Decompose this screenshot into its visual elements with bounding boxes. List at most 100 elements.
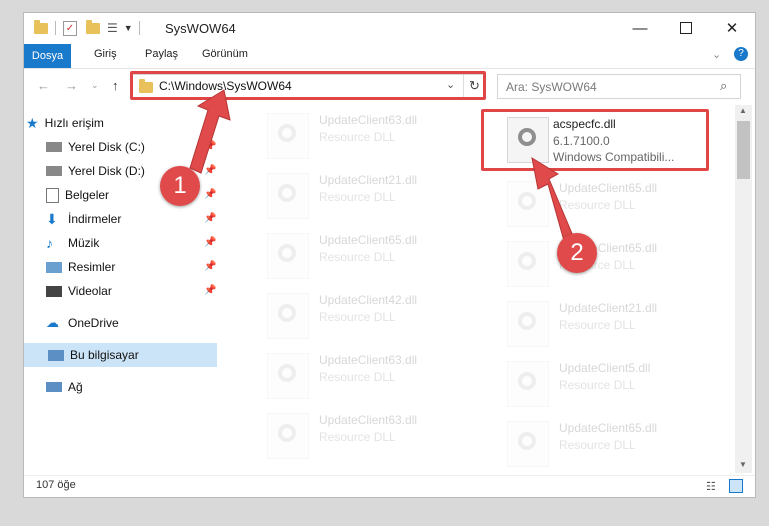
file-type: Resource DLL [319,250,396,264]
forward-button[interactable]: → [65,78,78,93]
pin-icon[interactable]: 📌 [204,189,216,200]
dll-file-icon [267,353,309,399]
nav-quick-access[interactable]: ★ Hızlı erişim [24,113,217,133]
nav-item-music[interactable]: ♪ Müzik [46,233,99,253]
pin-icon[interactable]: 📌 [204,213,216,224]
nav-item-disk-c[interactable]: Yerel Disk (C:) [46,137,145,157]
nav-item-videos[interactable]: Videolar [46,281,112,301]
close-icon: ✕ [725,20,739,37]
file-item[interactable]: UpdateClient21.dll Resource DLL [507,299,735,349]
file-name: UpdateClient63.dll [319,353,418,367]
nav-label: Müzik [68,236,100,250]
nav-label: OneDrive [68,316,119,330]
nav-label: Yerel Disk (C:) [68,140,145,154]
scroll-down-icon[interactable]: ▼ [739,460,747,469]
view-icon[interactable]: ☰ [107,21,118,35]
nav-label: Belgeler [65,188,110,202]
nav-item-pictures[interactable]: Resimler [46,257,115,277]
tab-home[interactable]: Giriş [94,48,117,60]
folder-icon[interactable] [34,19,48,34]
file-name: UpdateClient65.dll [559,181,658,195]
pin-icon[interactable]: 📌 [204,285,216,296]
file-name: UpdateClient21.dll [559,301,658,315]
toolbar-divider [55,21,56,35]
dll-file-icon [507,181,549,227]
dll-file-icon [507,361,549,407]
nav-item-downloads[interactable]: ⬇ İndirmeler [46,209,121,229]
step-1-badge: 1 [160,166,200,206]
toolbar-divider [138,21,140,35]
tab-view[interactable]: Görünüm [202,48,248,60]
address-highlight-box [130,71,486,100]
file-type: Resource DLL [319,430,396,444]
help-icon[interactable]: ? [734,47,748,61]
tiles-view-icon[interactable] [729,479,743,493]
tab-file[interactable]: Dosya [24,44,71,68]
title-bar: ✓ ☰ ▼ SysWOW64 — ✕ [24,13,755,44]
pin-icon[interactable]: 📌 [204,237,216,248]
search-input[interactable]: Ara: SysWOW64 ⌕ [497,74,741,99]
tab-share[interactable]: Paylaş [145,48,178,60]
nav-item-disk-d[interactable]: Yerel Disk (D:) [46,161,145,181]
file-highlight-box [481,109,709,171]
details-view-icon[interactable]: ☷ [706,480,716,493]
pin-icon[interactable]: 📌 [204,165,216,176]
recent-chevron-icon[interactable]: ⌄ [91,80,99,91]
nav-label: Yerel Disk (D:) [68,164,145,178]
file-name: UpdateClient65.dll [319,233,418,247]
scroll-up-icon[interactable]: ▲ [739,106,747,115]
address-row: ← → ⌄ ↑ C:\Windows\SysWOW64 ⌄ ↻ Ara: Sys… [24,69,755,103]
dll-file-icon [267,173,309,219]
file-type: Resource DLL [319,310,396,324]
back-button[interactable]: ← [37,78,50,93]
file-name: UpdateClient63.dll [319,113,418,127]
dll-file-icon [267,293,309,339]
pin-icon[interactable]: 📌 [204,261,216,272]
file-type: Resource DLL [559,438,636,452]
ribbon-tabs: Dosya Giriş Paylaş Görünüm ⌄ ? [24,44,755,69]
download-icon: ⬇ [46,210,58,227]
nav-network[interactable]: Ağ [46,377,83,397]
close-button[interactable]: ✕ [709,13,755,43]
properties-icon[interactable]: ✓ [63,20,77,36]
nav-label: İndirmeler [68,212,122,226]
file-item[interactable]: UpdateClient63.dll Resource DLL [267,411,497,461]
explorer-window: ✓ ☰ ▼ SysWOW64 — ✕ Dosya Giriş Paylaş Gö… [23,12,756,498]
file-item[interactable]: UpdateClient65.dll Resource DLL [507,239,735,289]
drive-icon [46,166,62,176]
file-item[interactable]: UpdateClient65.dll Resource DLL [507,419,735,469]
nav-label: Videolar [68,284,112,298]
chevron-down-icon[interactable]: ▼ [124,23,133,33]
nav-label: Bu bilgisayar [70,348,139,362]
up-button[interactable]: ↑ [112,78,119,93]
file-item[interactable]: UpdateClient63.dll Resource DLL [267,351,497,401]
file-type: Resource DLL [319,370,396,384]
pin-icon[interactable]: 📌 [204,141,216,152]
maximize-button[interactable] [663,13,709,43]
star-icon: ★ [26,114,39,131]
file-item[interactable]: UpdateClient65.dll Resource DLL [267,231,497,281]
videos-icon [46,285,62,297]
file-item[interactable]: UpdateClient63.dll Resource DLL [267,111,497,161]
file-item[interactable]: UpdateClient21.dll Resource DLL [267,171,497,221]
file-name: UpdateClient21.dll [319,173,418,187]
nav-item-documents[interactable]: Belgeler [46,185,109,205]
file-name: UpdateClient65.dll [559,421,658,435]
file-item[interactable]: UpdateClient42.dll Resource DLL [267,291,497,341]
scroll-thumb[interactable] [737,121,750,179]
nav-onedrive[interactable]: ☁ OneDrive [46,313,119,333]
file-item[interactable]: UpdateClient65.dll Resource DLL [507,179,735,229]
maximize-icon [680,22,692,34]
nav-this-pc[interactable]: Bu bilgisayar [24,343,217,367]
vertical-scrollbar[interactable]: ▲ ▼ [735,105,752,473]
pictures-icon [46,261,62,273]
dll-file-icon [507,241,549,287]
ribbon-expand-icon[interactable]: ⌄ [712,48,721,61]
file-item[interactable]: UpdateClient5.dll Resource DLL [507,359,735,409]
nav-label: Hızlı erişim [44,116,104,130]
dll-file-icon [267,113,309,159]
minimize-button[interactable]: — [617,13,663,43]
new-folder-icon[interactable] [86,19,100,34]
search-icon[interactable]: ⌕ [720,78,727,94]
dll-file-icon [507,301,549,347]
